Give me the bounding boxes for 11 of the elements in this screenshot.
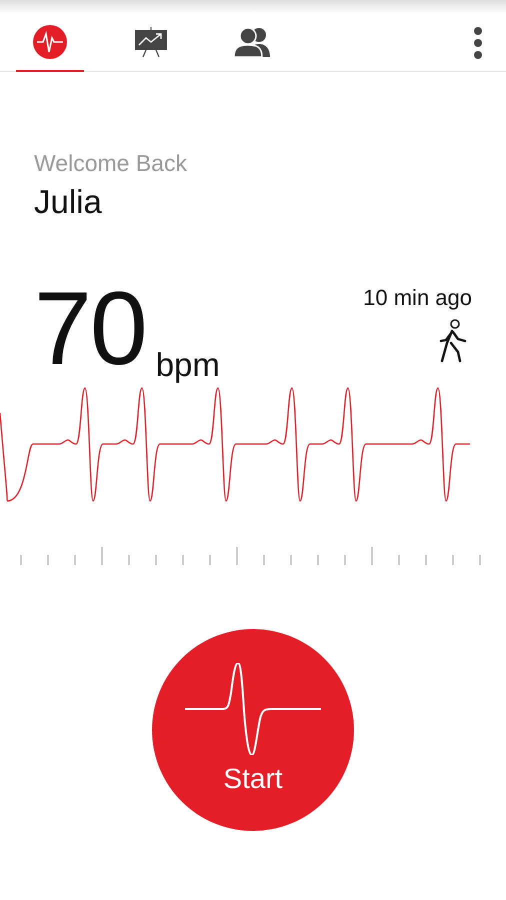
walking-person-icon: [438, 319, 468, 363]
presentation-chart-icon: [134, 24, 168, 58]
greeting: Welcome Back: [34, 150, 188, 177]
measured-time: 10 min ago: [363, 285, 472, 311]
people-icon: [233, 26, 271, 58]
start-button[interactable]: Start: [152, 629, 354, 831]
heartbeat-icon: [185, 663, 321, 755]
user-name: Julia: [34, 183, 103, 221]
heart-rate-icon: [33, 24, 67, 58]
heart-rate-unit: bpm: [156, 345, 220, 385]
heart-rate-value: 70: [34, 279, 146, 379]
